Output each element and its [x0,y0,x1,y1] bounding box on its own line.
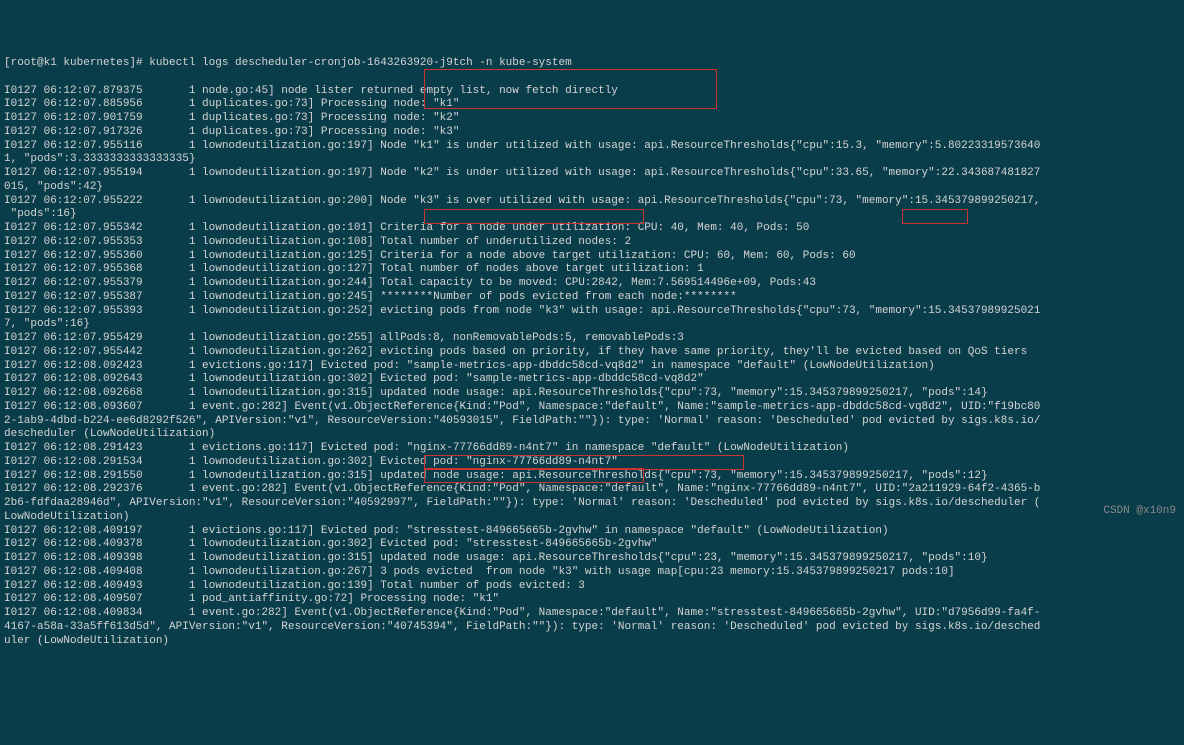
log-line: I0127 06:12:08.092643 1 lownodeutilizati… [4,373,1180,387]
log-line: I0127 06:12:08.092423 1 evictions.go:117… [4,360,1180,374]
log-line: I0127 06:12:07.917326 1 duplicates.go:73… [4,126,1180,140]
log-line: I0127 06:12:07.955342 1 lownodeutilizati… [4,222,1180,236]
log-line: I0127 06:12:07.955116 1 lownodeutilizati… [4,140,1180,154]
log-line: uler (LowNodeUtilization) [4,635,1180,649]
log-line: I0127 06:12:08.291550 1 lownodeutilizati… [4,470,1180,484]
log-line: I0127 06:12:08.409834 1 event.go:282] Ev… [4,607,1180,621]
log-output: I0127 06:12:07.879375 1 node.go:45] node… [4,85,1180,649]
log-line: 7, "pods":16} [4,318,1180,332]
log-line: I0127 06:12:07.955442 1 lownodeutilizati… [4,346,1180,360]
log-line: I0127 06:12:08.092668 1 lownodeutilizati… [4,387,1180,401]
log-line: 2-1ab9-4dbd-b224-ee6d8292f526", APIVersi… [4,415,1180,429]
log-line: I0127 06:12:07.955360 1 lownodeutilizati… [4,250,1180,264]
log-line: I0127 06:12:08.409197 1 evictions.go:117… [4,525,1180,539]
log-line: I0127 06:12:07.955368 1 lownodeutilizati… [4,263,1180,277]
log-line: I0127 06:12:07.955194 1 lownodeutilizati… [4,167,1180,181]
log-line: I0127 06:12:08.409507 1 pod_antiaffinity… [4,593,1180,607]
log-line: LowNodeUtilization) [4,511,1180,525]
log-line: I0127 06:12:07.885956 1 duplicates.go:73… [4,98,1180,112]
log-line: I0127 06:12:08.409398 1 lownodeutilizati… [4,552,1180,566]
log-line: I0127 06:12:07.955353 1 lownodeutilizati… [4,236,1180,250]
log-line: I0127 06:12:08.292376 1 event.go:282] Ev… [4,483,1180,497]
log-line: I0127 06:12:08.291423 1 evictions.go:117… [4,442,1180,456]
log-line: I0127 06:12:07.879375 1 node.go:45] node… [4,85,1180,99]
log-line: I0127 06:12:08.409493 1 lownodeutilizati… [4,580,1180,594]
log-line: I0127 06:12:08.291534 1 lownodeutilizati… [4,456,1180,470]
log-line: I0127 06:12:08.409408 1 lownodeutilizati… [4,566,1180,580]
log-line: I0127 06:12:07.955379 1 lownodeutilizati… [4,277,1180,291]
log-line: 015, "pods":42} [4,181,1180,195]
log-line: I0127 06:12:08.409378 1 lownodeutilizati… [4,538,1180,552]
log-line: descheduler (LowNodeUtilization) [4,428,1180,442]
log-line: I0127 06:12:07.955387 1 lownodeutilizati… [4,291,1180,305]
log-line: I0127 06:12:08.093607 1 event.go:282] Ev… [4,401,1180,415]
log-line: 1, "pods":3.3333333333333335} [4,153,1180,167]
terminal-prompt: [root@k1 kubernetes]# kubectl logs desch… [4,57,1180,71]
log-line: 4167-a58a-33a5ff613d5d", APIVersion:"v1"… [4,621,1180,635]
log-line: I0127 06:12:07.901759 1 duplicates.go:73… [4,112,1180,126]
log-line: I0127 06:12:07.955222 1 lownodeutilizati… [4,195,1180,209]
log-line: I0127 06:12:07.955393 1 lownodeutilizati… [4,305,1180,319]
log-line: "pods":16} [4,208,1180,222]
log-line: 2b6-fdfdaa28946d", APIVersion:"v1", Reso… [4,497,1180,511]
watermark: CSDN @x10n9 [1103,505,1176,519]
log-line: I0127 06:12:07.955429 1 lownodeutilizati… [4,332,1180,346]
